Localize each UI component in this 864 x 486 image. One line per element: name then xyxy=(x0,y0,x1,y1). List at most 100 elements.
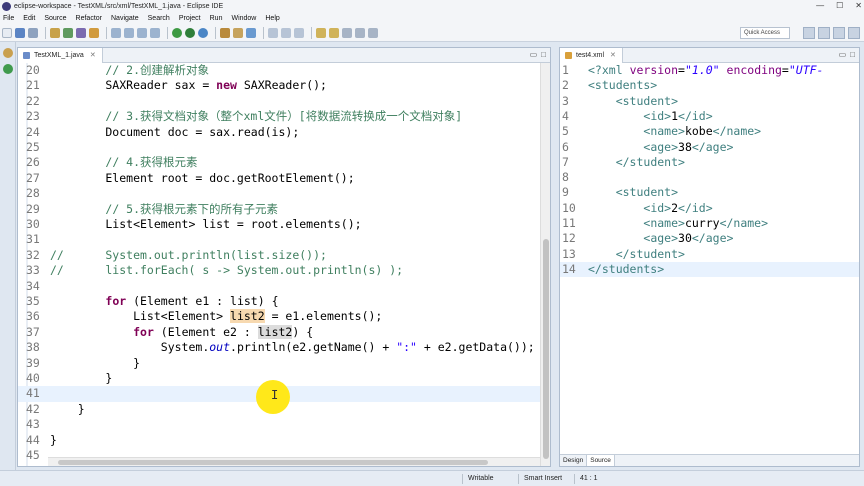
menu-project[interactable]: Project xyxy=(179,15,201,22)
code-line[interactable]: 21 SAXReader sax = new SAXReader(); xyxy=(18,78,540,93)
xml-line[interactable]: 4 <id>1</id> xyxy=(560,109,859,124)
code-line[interactable]: 26 // 4.获得根元素 xyxy=(18,155,540,170)
menu-search[interactable]: Search xyxy=(148,15,170,22)
minimize-icon[interactable]: ▭ xyxy=(530,50,538,59)
close-tab-icon[interactable]: ✕ xyxy=(90,51,96,59)
menu-run[interactable]: Run xyxy=(210,15,223,22)
code-line[interactable]: 34 xyxy=(18,279,540,294)
java-perspective-icon[interactable] xyxy=(818,27,830,39)
last-edit-icon[interactable] xyxy=(342,27,352,38)
search-icon[interactable] xyxy=(294,27,304,38)
menu-navigate[interactable]: Navigate xyxy=(111,15,139,22)
code-line[interactable]: 38 System.out.println(e2.getName() + ":"… xyxy=(18,340,540,355)
minimize-icon[interactable]: ▭ xyxy=(839,50,847,59)
annotation-next-icon[interactable] xyxy=(316,27,326,38)
build-icon[interactable] xyxy=(50,27,60,38)
step-icon[interactable] xyxy=(111,27,121,38)
code-line[interactable]: 27 Element root = doc.getRootElement(); xyxy=(18,171,540,186)
code-line[interactable]: 44} xyxy=(18,433,540,448)
external-tools-icon[interactable] xyxy=(198,27,208,38)
xml-line[interactable]: 6 <age>38</age> xyxy=(560,140,859,155)
menu-help[interactable]: Help xyxy=(265,15,279,22)
menu-window[interactable]: Window xyxy=(231,15,256,22)
line-number: 13 xyxy=(562,246,576,261)
restore-icon[interactable] xyxy=(3,48,13,58)
drop-frame-icon[interactable] xyxy=(150,27,160,38)
xml-line[interactable]: 3 <student> xyxy=(560,94,859,109)
xml-line[interactable]: 11 <name>curry</name> xyxy=(560,216,859,231)
xml-line[interactable]: 13 </student> xyxy=(560,247,859,262)
code-line[interactable]: 32 // System.out.println(list.size()); xyxy=(18,248,540,263)
code-line[interactable]: 22 xyxy=(18,94,540,109)
tab-source[interactable]: Source xyxy=(587,455,615,466)
code-line[interactable]: 30 List<Element> list = root.elements(); xyxy=(18,217,540,232)
terminal-icon[interactable] xyxy=(76,27,86,38)
xml-line[interactable]: 10 <id>2</id> xyxy=(560,201,859,216)
code-line[interactable]: 37 for (Element e2 : list2) { xyxy=(18,324,540,340)
minimize-icon[interactable]: — xyxy=(816,1,824,10)
code-line[interactable]: 33 // list.forEach( s -> System.out.print… xyxy=(18,263,540,278)
scroll-thumb[interactable] xyxy=(58,460,488,465)
annotation-prev-icon[interactable] xyxy=(329,27,339,38)
new-package-icon[interactable] xyxy=(233,27,243,38)
new-java-project-icon[interactable] xyxy=(220,27,230,38)
code-line[interactable]: 43 xyxy=(18,417,540,432)
debug-perspective-icon[interactable] xyxy=(833,27,845,39)
save-all-icon[interactable] xyxy=(28,27,38,38)
xml-line[interactable]: 8 xyxy=(560,170,859,185)
tab-test4-xml[interactable]: test4.xml ✕ xyxy=(560,47,623,63)
code-line[interactable]: 39 } xyxy=(18,356,540,371)
xml-line[interactable]: 14 </students> xyxy=(560,261,859,278)
menu-source[interactable]: Source xyxy=(44,15,66,22)
code-line[interactable]: 24 Document doc = sax.read(is); xyxy=(18,125,540,140)
scroll-thumb[interactable] xyxy=(543,239,549,459)
code-line[interactable]: 35 for (Element e1 : list) { xyxy=(18,294,540,309)
xml-line[interactable]: 2 <students> xyxy=(560,78,859,93)
code-text: // 4.获得根元素 xyxy=(105,155,198,170)
code-line[interactable]: 20 // 2.创建解析对象 xyxy=(18,63,540,78)
code-line[interactable]: 29 // 5.获得根元素下的所有子元素 xyxy=(18,202,540,217)
back-icon[interactable] xyxy=(355,27,365,38)
menu-edit[interactable]: Edit xyxy=(23,15,35,22)
xml-line[interactable]: 9 <student> xyxy=(560,185,859,200)
quick-access-field[interactable]: Quick Access xyxy=(740,27,790,39)
step-over-icon[interactable] xyxy=(124,27,134,38)
tab-design[interactable]: Design xyxy=(560,455,588,466)
close-tab-icon[interactable]: ✕ xyxy=(610,51,616,59)
open-type-icon[interactable] xyxy=(268,27,278,38)
new-icon[interactable] xyxy=(2,27,12,38)
new-class-icon[interactable] xyxy=(246,27,256,38)
menu-file[interactable]: File xyxy=(3,15,14,22)
debug-icon[interactable] xyxy=(63,27,73,38)
code-line[interactable]: 36 List<Element> list2 = e1.elements(); xyxy=(18,309,540,324)
run-dropdown-icon[interactable] xyxy=(185,27,195,38)
run-icon[interactable] xyxy=(172,27,182,38)
code-line[interactable]: 28 xyxy=(18,186,540,201)
step-return-icon[interactable] xyxy=(137,27,147,38)
xml-line[interactable]: 5 <name>kobe</name> xyxy=(560,124,859,139)
git-perspective-icon[interactable] xyxy=(848,27,860,39)
xml-code-area[interactable]: 1 <?xml version="1.0" encoding="UTF- 2 <stu… xyxy=(560,63,859,443)
maximize-icon[interactable]: □ xyxy=(541,50,546,59)
xml-line[interactable]: 1 <?xml version="1.0" encoding="UTF- xyxy=(560,63,859,78)
code-line[interactable]: 25 xyxy=(18,140,540,155)
tab-testxml-java[interactable]: TestXML_1.java ✕ xyxy=(18,47,103,63)
code-line[interactable]: 31 xyxy=(18,232,540,247)
save-icon[interactable] xyxy=(15,27,25,38)
open-perspective-icon[interactable] xyxy=(803,27,815,39)
code-area[interactable]: 20 // 2.创建解析对象 21 SAXReader sax = new SAX… xyxy=(18,63,550,466)
vertical-scrollbar[interactable] xyxy=(540,63,550,466)
xml-line[interactable]: 7 </student> xyxy=(560,155,859,170)
horizontal-scrollbar[interactable] xyxy=(48,457,540,466)
code-line[interactable]: 23 // 3.获得文档对象（整个xml文件）[将数据流转换成一个文档对象] xyxy=(18,109,540,124)
close-icon[interactable]: ✕ xyxy=(855,1,862,10)
skip-breakpoints-icon[interactable] xyxy=(89,27,99,38)
forward-icon[interactable] xyxy=(368,27,378,38)
menu-refactor[interactable]: Refactor xyxy=(76,15,102,22)
code-text: Document doc = sax.read(is); xyxy=(50,124,300,139)
open-task-icon[interactable] xyxy=(281,27,291,38)
maximize-icon[interactable]: □ xyxy=(850,50,855,59)
maximize-icon[interactable]: ☐ xyxy=(836,1,843,10)
package-explorer-icon[interactable] xyxy=(3,64,13,74)
xml-line[interactable]: 12 <age>30</age> xyxy=(560,231,859,246)
